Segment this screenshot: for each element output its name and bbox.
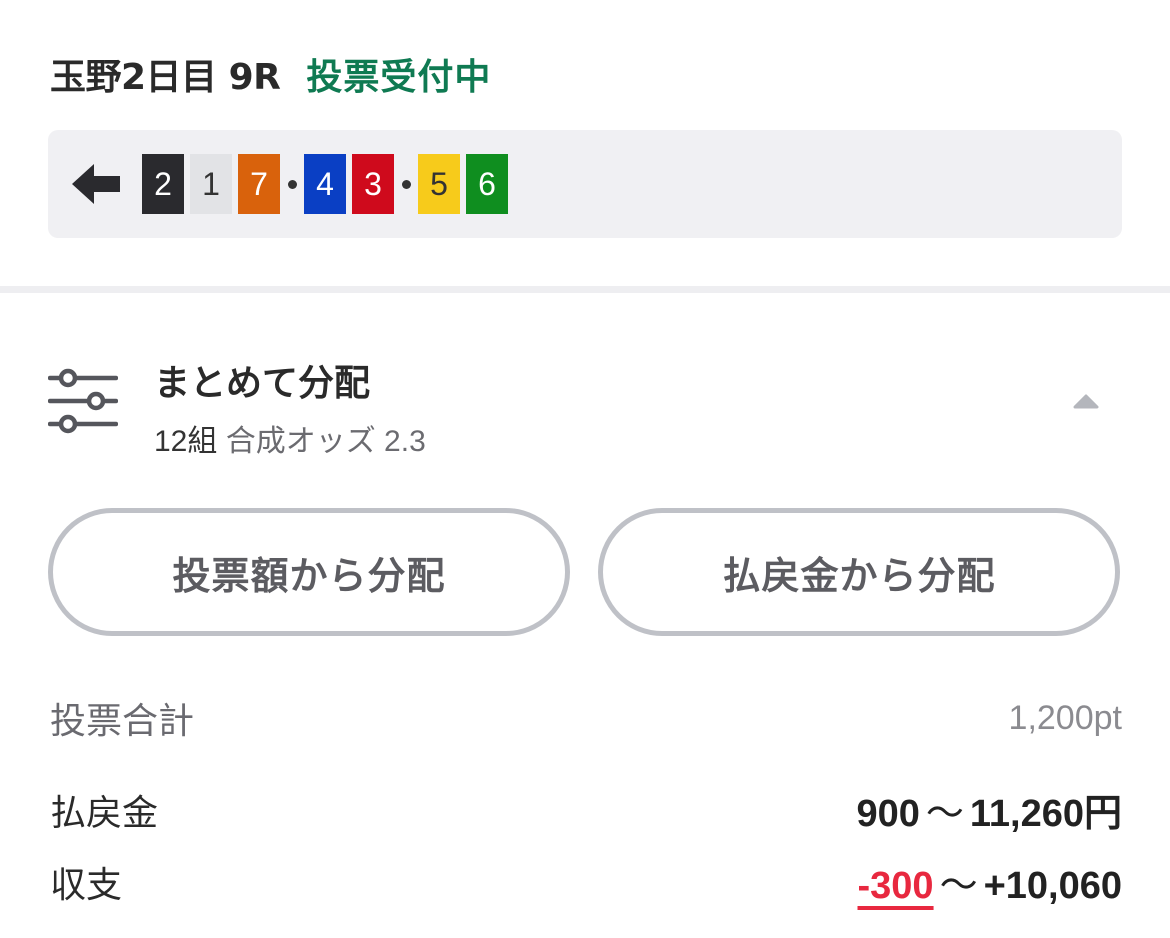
- range-tilde: ～: [939, 863, 978, 907]
- payout-min: 900: [856, 793, 920, 835]
- race-title: 玉野2日目 9R: [50, 57, 281, 98]
- balance-range: -300 ～ +10,060: [858, 854, 1123, 909]
- group-separator-dot: [394, 179, 418, 189]
- boat-number-chip: 7: [238, 154, 280, 214]
- group-separator-dot: [280, 179, 304, 189]
- payout-max: 11,260円: [969, 793, 1122, 835]
- section-divider: [0, 286, 1170, 293]
- range-tilde: ～: [925, 791, 964, 835]
- balance-row: 収支 -300 ～ +10,060: [50, 854, 1122, 909]
- payout-range: 900 ～ 11,260円: [856, 782, 1122, 837]
- distribution-header[interactable]: まとめて分配 12組 合成オッズ 2.3: [47, 350, 1122, 460]
- balance-min[interactable]: -300: [858, 865, 934, 907]
- balance-label: 収支: [50, 864, 123, 906]
- payout-label: 払戻金: [50, 792, 159, 834]
- distribute-by-payout-button[interactable]: 払戻金から分配: [598, 508, 1120, 636]
- combination-count: 12組: [154, 425, 218, 458]
- distribution-title: まとめて分配: [154, 363, 371, 404]
- race-status: 投票受付中: [306, 57, 492, 98]
- sliders-icon: [47, 368, 119, 434]
- boat-number-chip: 6: [466, 154, 508, 214]
- combination-box: 2174356: [48, 130, 1122, 238]
- boat-number-chip: 5: [418, 154, 460, 214]
- boat-number-chip: 3: [352, 154, 394, 214]
- bet-total-label: 投票合計: [50, 701, 195, 742]
- boat-number-chip: 2: [142, 154, 184, 214]
- boat-number-chip: 4: [304, 154, 346, 214]
- distribute-by-bet-button[interactable]: 投票額から分配: [48, 508, 570, 636]
- bet-total-row: 投票合計 1,200pt: [50, 692, 1122, 744]
- left-arrow-icon: [70, 162, 122, 206]
- boat-number-chip: 1: [190, 154, 232, 214]
- combined-odds: 合成オッズ 2.3: [225, 425, 426, 458]
- bet-total-value: 1,200pt: [1008, 698, 1122, 737]
- payout-row: 払戻金 900 ～ 11,260円: [50, 782, 1122, 837]
- combination-chips: 2174356: [142, 154, 508, 214]
- balance-max: +10,060: [983, 865, 1122, 907]
- chevron-up-icon[interactable]: [1072, 392, 1100, 410]
- race-header: 玉野2日目 9R 投票受付中: [50, 48, 491, 100]
- distribution-summary: 12組 合成オッズ 2.3: [154, 416, 426, 460]
